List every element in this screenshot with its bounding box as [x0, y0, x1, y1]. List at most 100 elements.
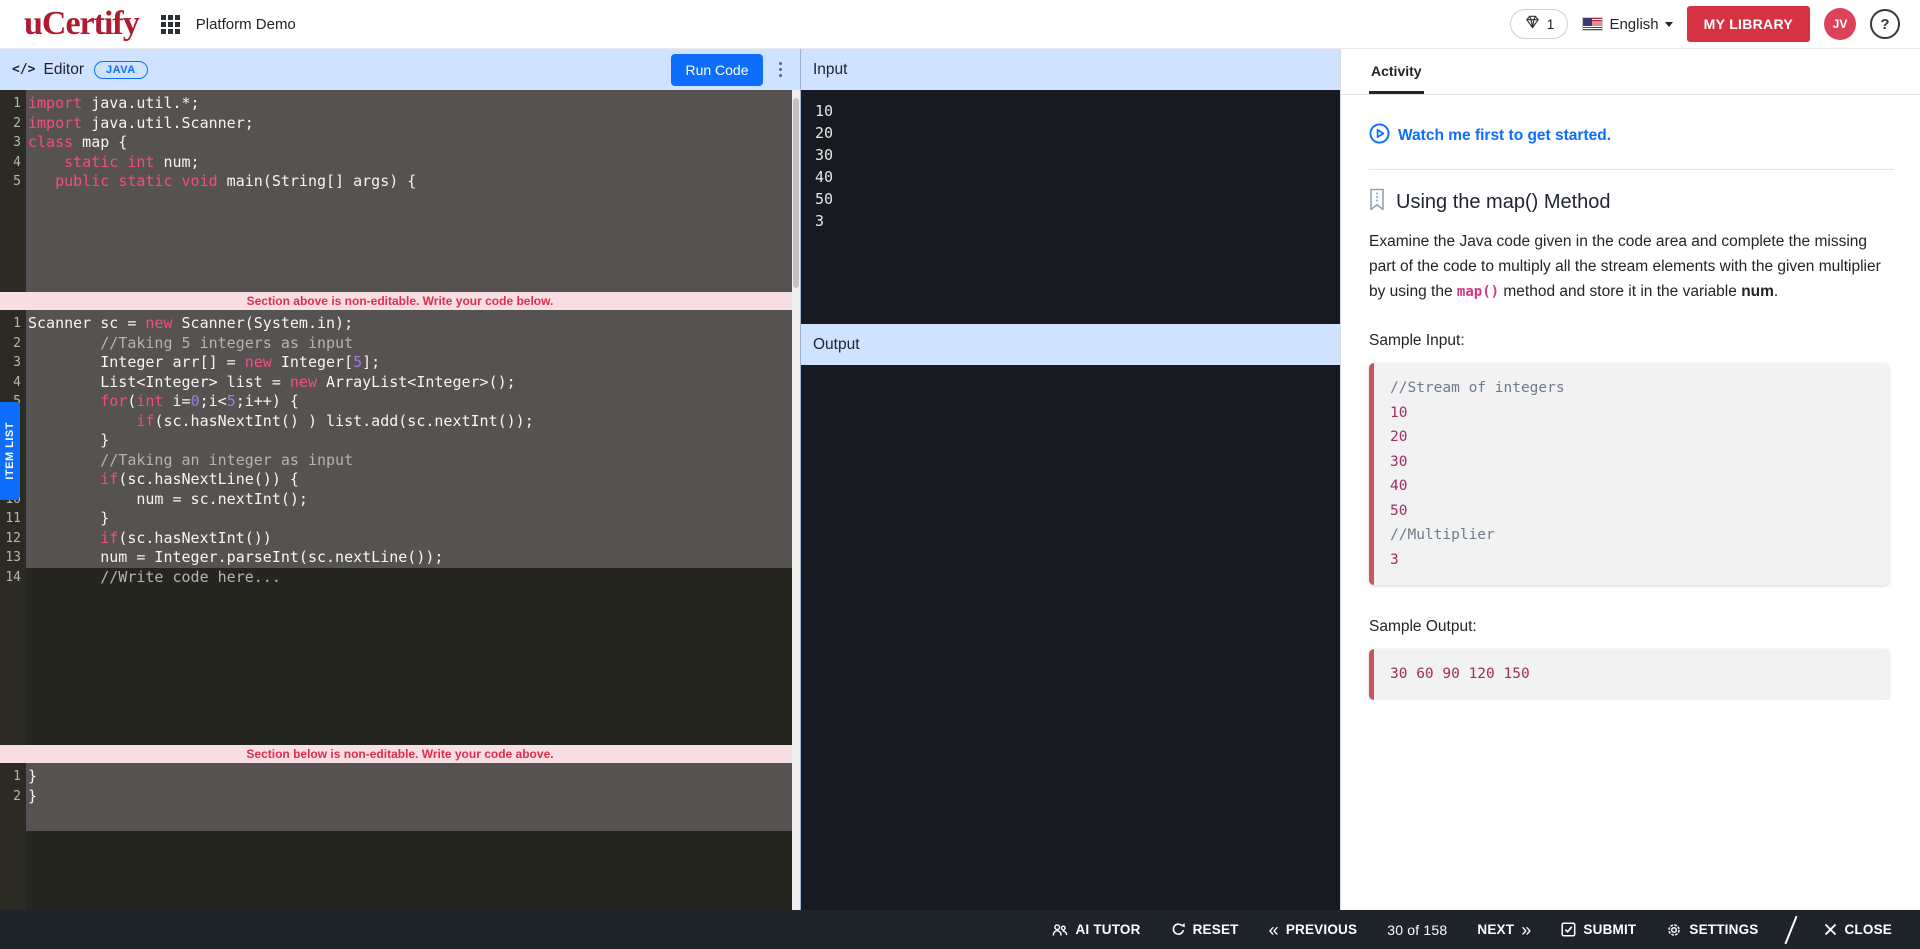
- non-editable-divider-top: Section above is non-editable. Write you…: [0, 292, 800, 310]
- editor-menu-icon[interactable]: [773, 58, 789, 82]
- language-label: English: [1609, 16, 1658, 33]
- code-line[interactable]: num = Integer.parseInt(sc.nextLine());: [26, 548, 800, 568]
- apps-grid-icon[interactable]: [161, 15, 180, 34]
- close-icon: [1824, 923, 1837, 936]
- main-area: </> Editor JAVA Run Code 12345 import ja…: [0, 49, 1920, 910]
- line-number: 4: [0, 153, 26, 173]
- footer-item-label: CLOSE: [1844, 922, 1892, 937]
- tab-activity[interactable]: Activity: [1369, 63, 1424, 94]
- footer-item-label: 30 of 158: [1387, 922, 1447, 938]
- activity-panel: Activity Watch me first to get started.: [1340, 49, 1920, 910]
- code-line[interactable]: //Write code here...: [26, 568, 800, 588]
- editor-panel-header: </> Editor JAVA Run Code: [0, 49, 800, 90]
- gems-counter[interactable]: 1: [1510, 9, 1569, 39]
- output-console: [801, 365, 1340, 910]
- line-number: 1: [0, 767, 26, 787]
- avatar[interactable]: JV: [1824, 8, 1856, 40]
- code-line[interactable]: //Taking 5 integers as input: [26, 334, 800, 354]
- code-section-readonly-top: 12345 import java.util.*;import java.uti…: [0, 90, 800, 292]
- people-icon: [1052, 923, 1068, 937]
- watch-link-label: Watch me first to get started.: [1398, 127, 1611, 145]
- app-header: uCertify Platform Demo 1 English MY LIBR…: [0, 0, 1920, 49]
- code-line[interactable]: //Taking an integer as input: [26, 451, 800, 471]
- editor-scrollbar[interactable]: [792, 90, 800, 910]
- input-panel-header: Input: [801, 49, 1340, 90]
- activity-content: Watch me first to get started. Using the…: [1341, 95, 1920, 700]
- footer-item-label: NEXT: [1477, 922, 1514, 937]
- sample-input-label: Sample Input:: [1369, 332, 1894, 350]
- gear-icon: [1666, 922, 1682, 938]
- footer-item-label: PREVIOUS: [1286, 922, 1357, 937]
- settings-button[interactable]: SETTINGS: [1666, 922, 1758, 938]
- code-section-editable: 1234567891011121314 Scanner sc = new Sca…: [0, 310, 800, 745]
- line-number: 1: [0, 314, 26, 334]
- code-line[interactable]: List<Integer> list = new ArrayList<Integ…: [26, 373, 800, 393]
- activity-tabbar: Activity: [1341, 49, 1920, 95]
- code-area-editable[interactable]: Scanner sc = new Scanner(System.in); //T…: [26, 310, 800, 745]
- language-dropdown[interactable]: English: [1582, 16, 1672, 33]
- code-line: import java.util.*;: [26, 94, 800, 114]
- editor-panel: </> Editor JAVA Run Code 12345 import ja…: [0, 49, 800, 910]
- code-line: static int num;: [26, 153, 800, 173]
- code-section-readonly-bottom: 12 }}: [0, 763, 800, 910]
- console-line: 10: [815, 100, 1326, 122]
- sample-output-label: Sample Output:: [1369, 618, 1894, 636]
- line-number: 11: [0, 509, 26, 529]
- scrollbar-thumb[interactable]: [793, 98, 799, 288]
- code-line[interactable]: for(int i=0;i<5;i++) {: [26, 392, 800, 412]
- line-number: 5: [0, 172, 26, 192]
- footer-item-label: SETTINGS: [1689, 922, 1758, 937]
- console-line: 40: [815, 166, 1326, 188]
- description-text: method and store it in the variable: [1499, 283, 1741, 300]
- submit-button[interactable]: SUBMIT: [1561, 922, 1636, 937]
- language-badge: JAVA: [94, 61, 148, 79]
- line-number: 2: [0, 334, 26, 354]
- line-number: 2: [0, 114, 26, 134]
- code-line[interactable]: if(sc.hasNextInt() ) list.add(sc.nextInt…: [26, 412, 800, 432]
- close-button[interactable]: CLOSE: [1824, 922, 1892, 937]
- item-list-tab[interactable]: ITEM LIST: [0, 402, 20, 500]
- input-console[interactable]: 10203040503: [801, 90, 1340, 324]
- footer-item-label: SUBMIT: [1583, 922, 1636, 937]
- reset-button[interactable]: RESET: [1171, 922, 1239, 937]
- us-flag-icon: [1582, 17, 1603, 31]
- watch-me-first-link[interactable]: Watch me first to get started.: [1369, 123, 1894, 149]
- output-title: Output: [813, 336, 860, 354]
- console-line: 50: [815, 188, 1326, 210]
- ai-tutor-button[interactable]: AI TUTOR: [1052, 922, 1140, 937]
- line-number-gutter: 12345: [0, 90, 26, 292]
- submit-icon: [1561, 922, 1576, 937]
- io-panel: Input 10203040503 Output: [800, 49, 1340, 910]
- play-icon: [1369, 123, 1390, 149]
- sample-output-box: 30 60 90 120 150: [1369, 649, 1889, 700]
- code-line[interactable]: num = sc.nextInt();: [26, 490, 800, 510]
- description-text: num: [1741, 283, 1774, 300]
- code-line[interactable]: if(sc.hasNextInt()): [26, 529, 800, 549]
- run-code-button[interactable]: Run Code: [671, 54, 762, 86]
- inline-code: map(): [1457, 284, 1499, 300]
- sample-code-line: 30 60 90 120 150: [1390, 662, 1873, 687]
- line-number: 3: [0, 133, 26, 153]
- gems-count: 1: [1547, 16, 1555, 32]
- line-number: 4: [0, 373, 26, 393]
- code-line: }: [26, 787, 800, 807]
- code-line[interactable]: if(sc.hasNextLine()) {: [26, 470, 800, 490]
- help-button[interactable]: ?: [1870, 9, 1900, 39]
- line-number: 13: [0, 548, 26, 568]
- my-library-button[interactable]: MY LIBRARY: [1687, 6, 1810, 42]
- next-button[interactable]: NEXT»: [1477, 921, 1531, 939]
- code-line[interactable]: }: [26, 431, 800, 451]
- code-line[interactable]: Scanner sc = new Scanner(System.in);: [26, 314, 800, 334]
- code-icon: </>: [12, 62, 35, 77]
- sample-code-line: 40: [1390, 474, 1873, 499]
- app-title: Platform Demo: [196, 16, 296, 33]
- previous-button[interactable]: «PREVIOUS: [1269, 921, 1358, 939]
- footer-item-label: RESET: [1193, 922, 1239, 937]
- line-number: 1: [0, 94, 26, 114]
- code-line[interactable]: Integer arr[] = new Integer[5];: [26, 353, 800, 373]
- sample-input-box: //Stream of integers1020304050//Multipli…: [1369, 363, 1889, 585]
- sample-code-line: //Multiplier: [1390, 523, 1873, 548]
- code-area-readonly-top: import java.util.*;import java.util.Scan…: [26, 90, 800, 292]
- console-line: 20: [815, 122, 1326, 144]
- code-line[interactable]: }: [26, 509, 800, 529]
